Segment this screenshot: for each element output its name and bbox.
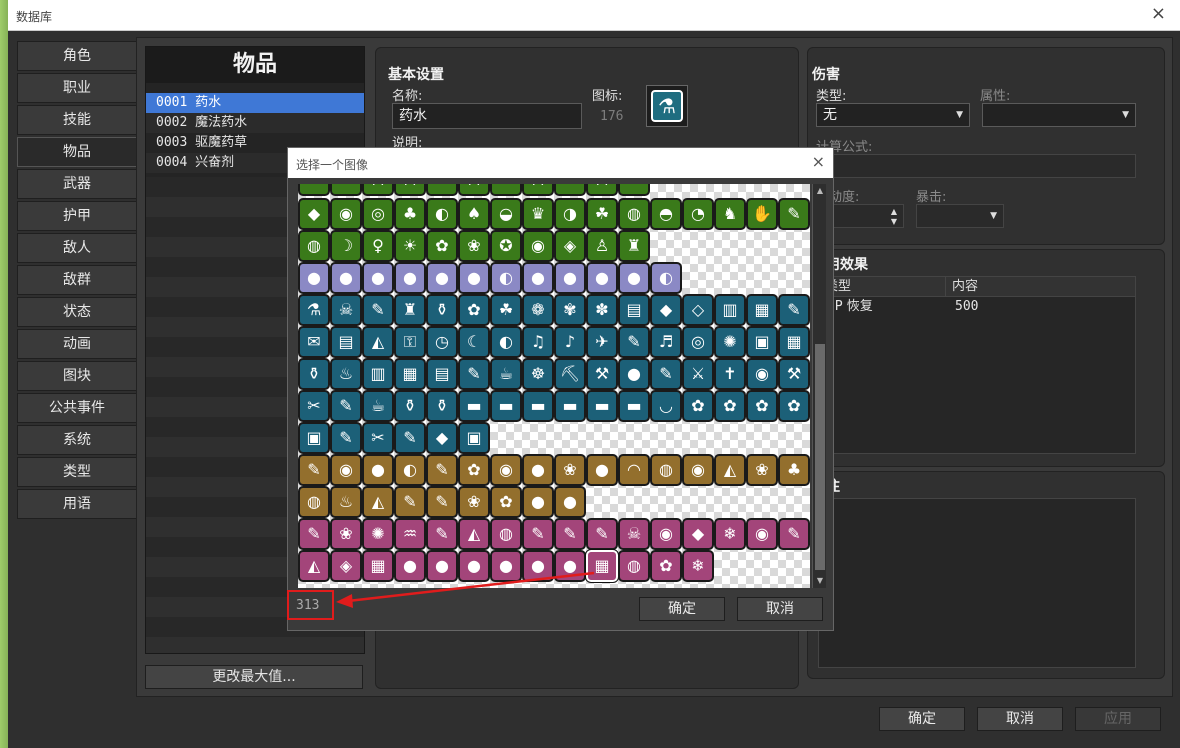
annotation-arrow [336,571,595,608]
desktop: 数据库 × 角色 职业 技能 物品 武器 护甲 敌人 敌群 状态 动画 图块 公共事件 系统 类型 用语 物… [0,0,1180,748]
